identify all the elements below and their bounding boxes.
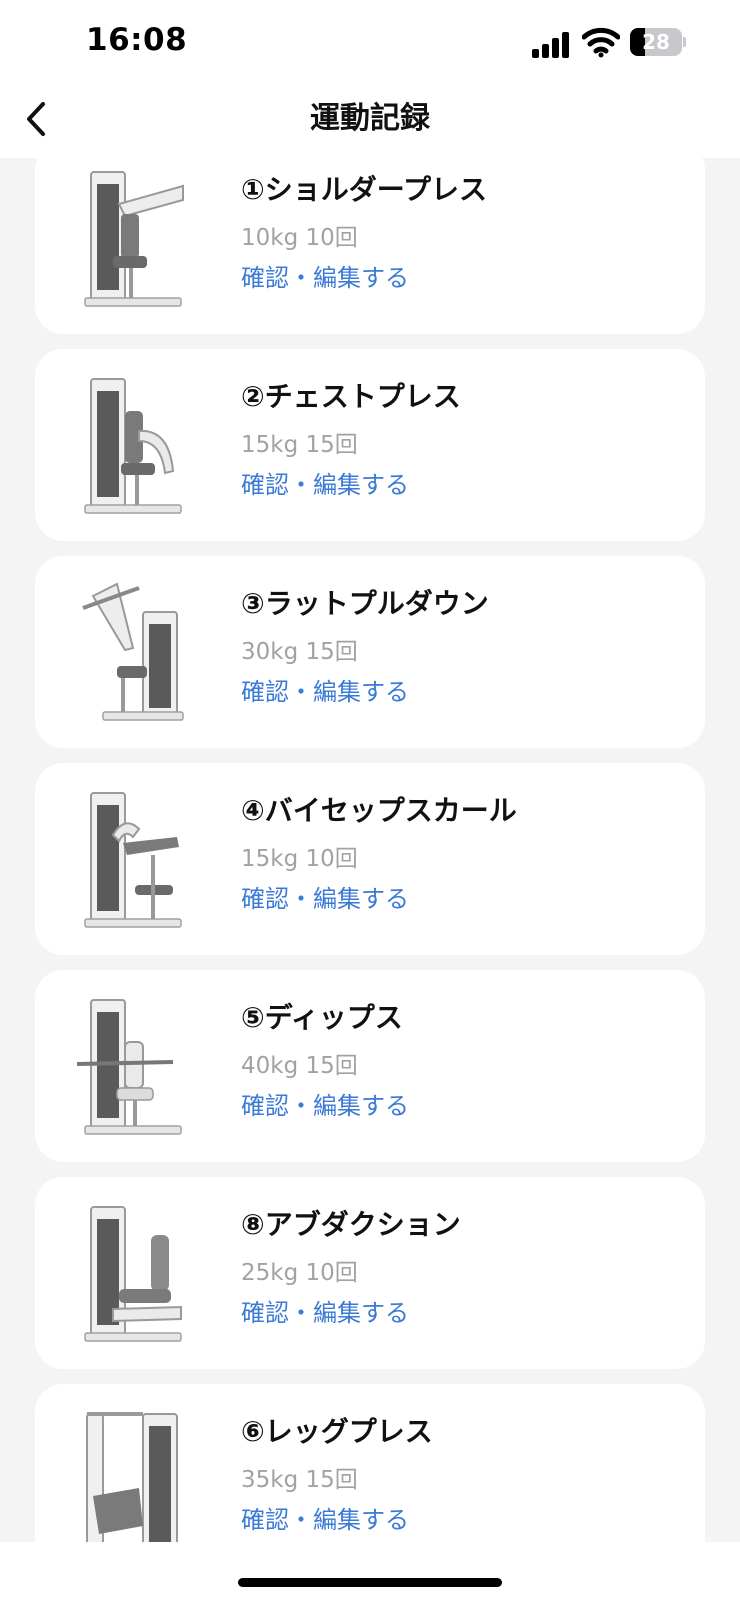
status-bar: 16:08 28 [0, 0, 740, 80]
edit-record-link[interactable]: 確認・編集する [241, 1086, 409, 1121]
back-button[interactable] [12, 94, 62, 144]
chest-press-machine-image [84, 378, 182, 514]
record-card[interactable]: ⑤ディップス 40kg 15回確認・編集する [35, 970, 705, 1162]
edit-record-link[interactable]: 確認・編集する [241, 879, 409, 914]
record-detail: 10kg 10回 [241, 225, 358, 251]
chevron-left-icon [27, 102, 45, 136]
record-card[interactable]: ②チェストプレス 15kg 15回確認・編集する [35, 349, 705, 541]
shoulder-press-machine-image [84, 171, 184, 307]
biceps-curl-machine-image [84, 792, 182, 928]
status-time: 16:08 [86, 22, 188, 58]
record-title: ④バイセップスカール [241, 794, 517, 827]
record-title: ⑥レッグプレス [241, 1415, 433, 1448]
record-title: ②チェストプレス [241, 380, 461, 413]
bottom-area [0, 1542, 740, 1600]
record-detail: 40kg 15回 [241, 1053, 358, 1079]
record-detail: 35kg 15回 [241, 1467, 358, 1493]
signal-icon [532, 30, 572, 58]
record-title: ⑧アブダクション [241, 1208, 461, 1241]
page-title: 運動記録 [310, 101, 430, 136]
dips-machine-image [76, 999, 182, 1135]
abduction-machine-image [84, 1206, 182, 1342]
record-detail: 15kg 15回 [241, 432, 358, 458]
battery-level: 28 [642, 30, 670, 54]
record-title: ③ラットプルダウン [241, 587, 489, 620]
record-card[interactable]: ⑥レッグプレス 35kg 15回確認・編集する [35, 1384, 705, 1542]
edit-record-link[interactable]: 確認・編集する [241, 258, 409, 293]
record-list[interactable]: ①ショルダープレス 10kg 10回確認・編集する ②チェストプレス 15kg 15回… [0, 158, 740, 1542]
edit-record-link[interactable]: 確認・編集する [241, 1500, 409, 1535]
screen: 16:08 28 運動記録 ①ショルダープレス 10kg 10回 確認・編集する… [0, 0, 740, 1600]
edit-record-link[interactable]: 確認・編集する [241, 1293, 409, 1328]
leg-press-machine-image [86, 1412, 178, 1542]
wifi-icon [582, 27, 620, 58]
record-card[interactable]: ①ショルダープレス 10kg 10回確認・編集する [35, 158, 705, 334]
record-detail: 15kg 10回 [241, 846, 358, 872]
record-title: ①ショルダープレス [241, 173, 488, 206]
edit-record-link[interactable]: 確認・編集する [241, 672, 409, 707]
lat-pulldown-machine-image [82, 582, 184, 721]
record-detail: 25kg 10回 [241, 1260, 358, 1286]
record-card[interactable]: ③ラットプルダウン 30kg 15回確認・編集する [35, 556, 705, 748]
battery-icon: 28 [630, 28, 686, 56]
record-card[interactable]: ⑧アブダクション 25kg 10回確認・編集する [35, 1177, 705, 1369]
record-detail: 30kg 15回 [241, 639, 358, 665]
nav-bar: 運動記録 [0, 80, 740, 158]
record-card[interactable]: ④バイセップスカール 15kg 10回確認・編集する [35, 763, 705, 955]
edit-record-link[interactable]: 確認・編集する [241, 465, 409, 500]
record-title: ⑤ディップス [241, 1001, 403, 1034]
home-indicator [238, 1578, 502, 1587]
